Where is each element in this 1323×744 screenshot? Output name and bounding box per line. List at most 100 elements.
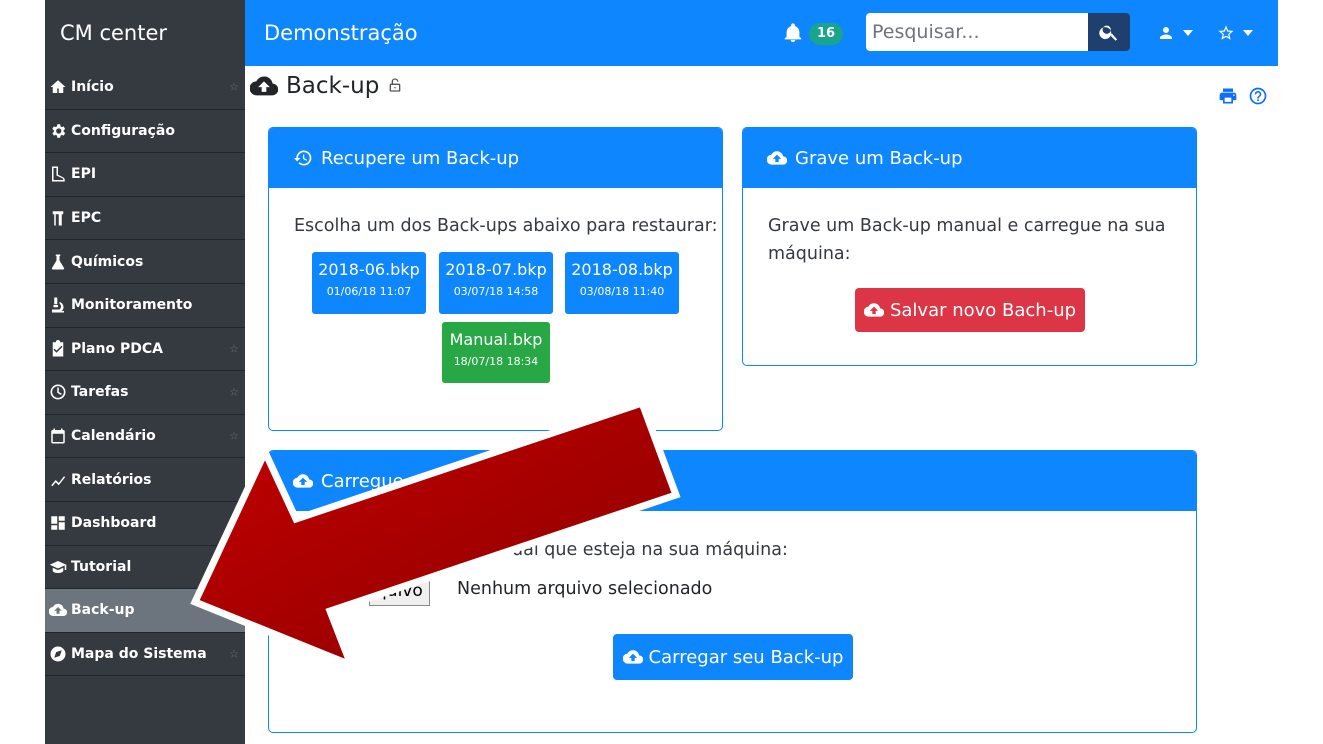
sidebar-item-back-up[interactable]: Back-up — [45, 589, 245, 633]
star-outline-icon — [1218, 25, 1234, 40]
graduation-cap-icon — [45, 558, 71, 576]
cloud-upload-icon — [250, 76, 278, 96]
history-icon — [293, 150, 312, 166]
sidebar-item-label: Início — [71, 79, 114, 96]
chevron-down-icon — [1183, 30, 1193, 36]
backup-name: 2018-06.bkp — [318, 260, 420, 279]
restore-card-header: Recupere um Back-up — [269, 128, 722, 188]
restore-card: Recupere um Back-up Escolha um dos Back-… — [268, 127, 723, 431]
user-icon — [1160, 27, 1172, 39]
star-icon[interactable]: ☆ — [229, 81, 239, 94]
sidebar-item-epc[interactable]: EPC — [45, 197, 245, 241]
boot-icon — [45, 165, 71, 183]
line-chart-icon — [45, 471, 71, 489]
star-icon[interactable]: ☆ — [229, 517, 239, 530]
sidebar-item-label: Configuração — [71, 122, 175, 139]
sidebar-item-label: Tarefas — [71, 384, 129, 401]
backup-name: Manual.bkp — [449, 330, 543, 349]
save-card-title: Grave um Back-up — [795, 147, 963, 169]
clock-icon — [45, 383, 71, 401]
sidebar-item-plano-pdca[interactable]: Plano PDCA ☆ — [45, 328, 245, 372]
backup-item[interactable]: 2018-08.bkp 03/08/18 11:40 — [565, 252, 679, 314]
calendar-icon — [45, 427, 71, 445]
sidebar-item-label: Back-up — [71, 602, 135, 619]
cone-icon — [45, 209, 71, 227]
sidebar-item-label: Tutorial — [71, 558, 132, 575]
sidebar-item-epi[interactable]: EPI — [45, 153, 245, 197]
print-icon[interactable] — [1218, 86, 1238, 110]
dashboard-icon — [45, 514, 71, 532]
sidebar-item-dashboard[interactable]: Dashboard ☆ — [45, 502, 245, 546]
save-card-header: Grave um Back-up — [743, 128, 1196, 188]
sidebar-item-label: Dashboard — [71, 515, 157, 532]
bell-icon[interactable] — [782, 22, 804, 44]
cloud-upload-icon — [293, 474, 313, 488]
sidebar-item-label: Plano PDCA — [71, 340, 163, 357]
cloud-upload-icon — [45, 601, 71, 619]
home-icon — [45, 78, 71, 96]
restore-card-title: Recupere um Back-up — [321, 147, 520, 169]
sidebar-item-quimicos[interactable]: Químicos — [45, 240, 245, 284]
sidebar-item-mapa-do-sistema[interactable]: Mapa do Sistema ☆ — [45, 633, 245, 677]
sidebar-item-tutorial[interactable]: Tutorial — [45, 546, 245, 590]
star-icon[interactable]: ☆ — [229, 386, 239, 399]
upload-card: Carregue ual que esteja na sua máquina: … — [268, 450, 1197, 733]
search-input[interactable] — [866, 13, 1088, 51]
cloud-upload-icon — [622, 650, 643, 664]
microscope-icon — [45, 296, 71, 314]
sidebar-item-label: Mapa do Sistema — [71, 646, 207, 663]
sidebar-item-monitoramento[interactable]: Monitoramento — [45, 284, 245, 328]
backup-name: 2018-08.bkp — [571, 260, 673, 279]
cloud-upload-icon — [863, 303, 884, 317]
cloud-upload-icon — [767, 151, 787, 165]
flask-icon — [45, 253, 71, 271]
topbar: Demonstração 16 — [245, 0, 1278, 66]
favorites-menu[interactable] — [1217, 24, 1253, 42]
upload-backup-button[interactable]: Carregar seu Back-up — [613, 634, 853, 680]
backup-item[interactable]: 2018-07.bkp 03/07/18 14:58 — [439, 252, 553, 314]
unlock-icon[interactable] — [387, 73, 403, 99]
save-backup-button[interactable]: Salvar novo Bach-up — [855, 288, 1085, 332]
chevron-down-icon — [1243, 30, 1253, 36]
upload-backup-label: Carregar seu Back-up — [648, 646, 844, 668]
sidebar-item-tarefas[interactable]: Tarefas ☆ — [45, 371, 245, 415]
backup-date: 18/07/18 18:34 — [453, 355, 539, 368]
star-icon[interactable]: ☆ — [229, 648, 239, 661]
file-status: Nenhum arquivo selecionado — [457, 579, 713, 599]
sidebar-item-configuracao[interactable]: Configuração — [45, 110, 245, 154]
backup-item-manual[interactable]: Manual.bkp 18/07/18 18:34 — [442, 322, 550, 383]
sidebar-item-label: Monitoramento — [71, 297, 193, 314]
compass-icon — [45, 645, 71, 663]
sidebar-item-label: EPI — [71, 166, 97, 183]
sidebar-item-calendario[interactable]: Calendário ☆ — [45, 415, 245, 459]
backup-item[interactable]: 2018-06.bkp 01/06/18 11:07 — [312, 252, 426, 314]
save-instruction: Grave um Back-up manual e carregue na su… — [768, 216, 1166, 264]
sidebar-item-label: Calendário — [71, 428, 156, 445]
search-button[interactable] — [1088, 13, 1130, 51]
help-icon[interactable] — [1248, 86, 1268, 110]
sidebar-item-inicio[interactable]: Início ☆ — [45, 66, 245, 110]
gear-icon — [45, 122, 71, 140]
page-header: Back-up — [250, 72, 403, 100]
user-menu[interactable] — [1157, 24, 1193, 42]
choose-file-button[interactable]: quivo — [369, 576, 430, 606]
backup-date: 03/07/18 14:58 — [453, 285, 539, 298]
page-title: Back-up — [286, 73, 380, 99]
backup-name: 2018-07.bkp — [445, 260, 547, 279]
sidebar: CM center Início ☆ Configuração EPI EPC … — [45, 0, 245, 744]
save-backup-label: Salvar novo Bach-up — [889, 299, 1077, 321]
sidebar-item-label: Relatórios — [71, 471, 152, 488]
upload-instruction: ual que esteja na sua máquina: — [512, 540, 788, 560]
sidebar-item-relatorios[interactable]: Relatórios — [45, 458, 245, 502]
notification-badge[interactable]: 16 — [809, 23, 843, 45]
restore-instruction: Escolha um dos Back-ups abaixo para rest… — [294, 216, 718, 236]
star-icon[interactable]: ☆ — [229, 342, 239, 355]
clipboard-check-icon — [45, 339, 71, 358]
star-icon[interactable]: ☆ — [229, 430, 239, 443]
search-icon — [1099, 25, 1118, 41]
upload-card-header: Carregue — [269, 451, 1196, 511]
save-card: Grave um Back-up Grave um Back-up manual… — [742, 127, 1197, 366]
backup-date: 01/06/18 11:07 — [326, 285, 412, 298]
sidebar-item-label: Químicos — [71, 253, 144, 270]
sidebar-item-label: EPC — [71, 210, 102, 227]
